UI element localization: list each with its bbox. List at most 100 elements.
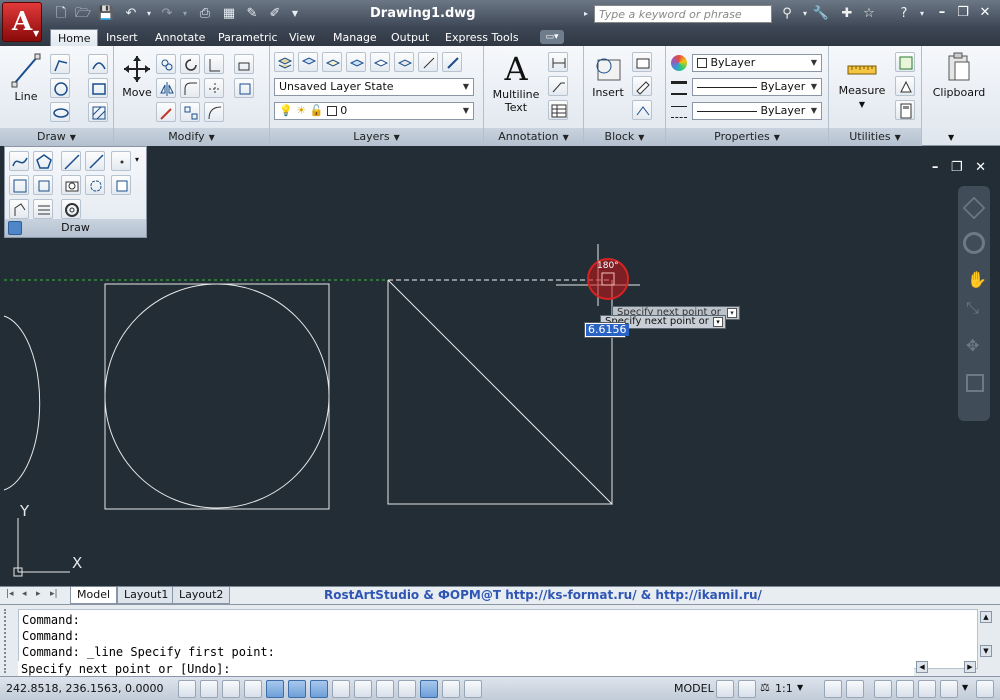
showmotion-icon[interactable] — [966, 374, 984, 392]
binoculars-icon[interactable]: ⚲ — [778, 5, 796, 23]
3d-osnap-toggle[interactable] — [310, 680, 328, 698]
circle-button[interactable] — [50, 78, 70, 98]
triangle-lines-shape[interactable] — [387, 279, 614, 505]
layer-freeze-button[interactable] — [346, 52, 366, 72]
minimize-icon[interactable]: – — [933, 4, 951, 22]
layer-walk-button[interactable] — [418, 52, 438, 72]
tab-model[interactable]: Model — [70, 587, 118, 604]
annotation-panel-title[interactable]: Annotation ▼ — [484, 128, 583, 146]
tab-home[interactable]: Home — [50, 29, 99, 46]
ellipse-button[interactable] — [50, 102, 70, 122]
close-icon[interactable]: ✕ — [976, 4, 994, 22]
model-space-toggle[interactable]: MODEL — [674, 682, 714, 695]
linetype-dropdown[interactable]: ByLayer ▼ — [692, 78, 822, 96]
matchprop-icon[interactable]: ✎ — [243, 5, 261, 22]
infer-constraints-toggle[interactable] — [178, 680, 196, 698]
array-button[interactable] — [180, 102, 200, 122]
prev-layout-icon[interactable]: ◂ — [22, 589, 27, 599]
polar-tracking-toggle[interactable] — [266, 680, 284, 698]
draw-panel-title[interactable]: Draw ▼ — [0, 128, 113, 146]
pin-icon[interactable] — [8, 221, 22, 235]
viewport-minimize-icon[interactable]: – — [932, 160, 939, 175]
open-folder-icon[interactable]: 🗁 — [74, 5, 92, 22]
square-shape[interactable] — [104, 283, 330, 510]
layer-states-button[interactable] — [298, 52, 318, 72]
redo-dropdown-icon[interactable]: ▾ — [176, 5, 194, 22]
gradient-button[interactable] — [9, 175, 29, 195]
layers-panel-title[interactable]: Layers ▼ — [270, 128, 483, 146]
dynamic-input-box[interactable]: 6.6156 — [584, 322, 629, 338]
calculator-button[interactable] — [895, 100, 915, 120]
ortho-mode-toggle[interactable] — [244, 680, 262, 698]
leader-button[interactable] — [548, 76, 568, 96]
pan-icon[interactable]: ✋ — [967, 270, 987, 289]
tab-view[interactable]: View — [282, 29, 322, 46]
clean-screen-button[interactable] — [976, 680, 994, 698]
annotation-visibility-toggle[interactable] — [824, 680, 842, 698]
quick-properties-toggle[interactable] — [442, 680, 460, 698]
tab-insert[interactable]: Insert — [99, 29, 145, 46]
undo-dropdown-icon[interactable]: ▾ — [140, 5, 158, 22]
viewport-close-icon[interactable]: ✕ — [975, 160, 986, 175]
toolbar-lock-button[interactable] — [896, 680, 914, 698]
application-menu-button[interactable]: A ▼ — [2, 2, 42, 42]
chevron-down-icon[interactable]: ▼ — [797, 683, 803, 692]
plot-icon[interactable]: ⎙ — [196, 5, 214, 22]
rectangle-button[interactable] — [88, 78, 108, 98]
annotation-scale-dropdown[interactable]: 1:1 — [775, 682, 793, 695]
scroll-right-icon[interactable]: ▶ — [964, 661, 976, 673]
last-layout-icon[interactable]: ▸| — [50, 589, 58, 599]
favorites-icon[interactable]: ☆ — [860, 5, 878, 23]
layer-properties-button[interactable] — [274, 52, 294, 72]
edit-block-button[interactable] — [632, 76, 652, 96]
dimension-button[interactable] — [548, 52, 568, 72]
lineweight-toggle[interactable] — [398, 680, 416, 698]
clipboard-button[interactable]: Clipboard — [928, 52, 990, 99]
quick-view-layouts-button[interactable] — [716, 680, 734, 698]
table-button[interactable] — [548, 100, 568, 120]
grid-display-toggle[interactable] — [222, 680, 240, 698]
dynamic-input-value[interactable]: 6.6156 — [586, 324, 629, 336]
erase-button[interactable] — [234, 54, 254, 74]
revision-cloud-button[interactable] — [85, 175, 105, 195]
measure-button[interactable]: Measure ▼ — [837, 56, 887, 110]
new-file-icon[interactable]: 🗋 — [52, 5, 70, 22]
modify-panel-title[interactable]: Modify ▼ — [114, 128, 269, 146]
transparency-toggle[interactable] — [420, 680, 438, 698]
hardware-acceleration-button[interactable] — [918, 680, 936, 698]
scroll-left-icon[interactable]: ◀ — [916, 661, 928, 673]
quick-view-drawings-button[interactable] — [738, 680, 756, 698]
move-button[interactable]: Move — [118, 54, 156, 99]
line-button[interactable]: Line — [6, 52, 46, 103]
lineweight-icon[interactable] — [671, 81, 687, 95]
donut-button[interactable] — [61, 199, 81, 219]
publish-icon[interactable]: ▦ — [220, 5, 238, 22]
selection-cycling-toggle[interactable] — [464, 680, 482, 698]
copy-button[interactable] — [156, 54, 176, 74]
layer-off-button[interactable] — [370, 52, 390, 72]
workspace-icon[interactable]: ✐ — [266, 5, 284, 22]
scroll-down-icon[interactable]: ▼ — [980, 645, 992, 657]
fillet-button[interactable] — [180, 78, 200, 98]
tab-output[interactable]: Output — [384, 29, 436, 46]
redo-icon[interactable]: ↷ — [158, 5, 176, 22]
snap-mode-toggle[interactable] — [200, 680, 218, 698]
multiline-text-button[interactable]: A Multiline Text — [490, 52, 542, 114]
helix-button[interactable] — [33, 199, 53, 219]
scroll-up-icon[interactable]: ▲ — [980, 611, 992, 623]
help-icon[interactable]: ? — [895, 5, 913, 23]
utilities-panel-title[interactable]: Utilities ▼ — [829, 128, 921, 146]
color-wheel-icon[interactable] — [671, 55, 687, 71]
tab-parametric[interactable]: Parametric — [211, 29, 285, 46]
point-button[interactable] — [111, 151, 131, 171]
auto-scale-toggle[interactable] — [846, 680, 864, 698]
viewcube-icon[interactable] — [962, 196, 986, 220]
color-dropdown[interactable]: ByLayer ▼ — [692, 54, 822, 72]
scale-button[interactable] — [156, 102, 176, 122]
region-button[interactable] — [61, 175, 81, 195]
trim-button[interactable] — [204, 54, 224, 74]
tab-manage[interactable]: Manage — [326, 29, 384, 46]
layer-state-dropdown[interactable]: Unsaved Layer State ▼ — [274, 78, 474, 96]
insert-block-button[interactable]: Insert — [588, 54, 628, 99]
layer-lock-button[interactable] — [394, 52, 414, 72]
